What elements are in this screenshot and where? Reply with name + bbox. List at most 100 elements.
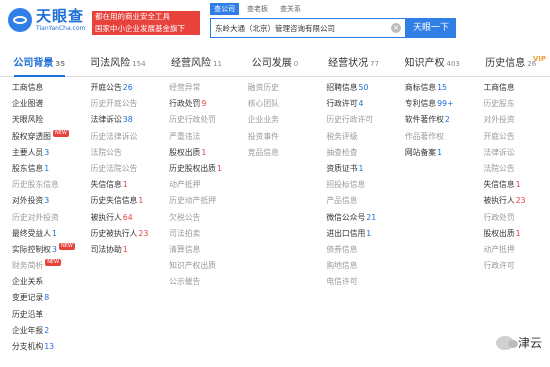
nav-item[interactable]: 开庭公告26 <box>91 80 158 96</box>
tab-operation-status[interactable]: 经营状况 77 <box>314 52 393 76</box>
nav-item[interactable]: 行政许可4 <box>326 96 393 112</box>
nav-item-count: 1 <box>437 147 443 157</box>
nav-item[interactable]: 招投标信息 <box>326 177 393 193</box>
nav-item[interactable]: 工商信息 <box>12 80 79 96</box>
nav-item[interactable]: 法院公告 <box>91 145 158 161</box>
nav-item[interactable]: 历史对外投资 <box>12 210 79 226</box>
nav-item[interactable]: 天眼风险 <box>12 112 79 128</box>
nav-item[interactable]: 产品信息 <box>326 193 393 209</box>
nav-item[interactable]: 财务简析 NEW <box>12 258 79 274</box>
nav-item-label: 开庭公告 <box>90 83 122 92</box>
tab-judicial-risk[interactable]: 司法风险 154 <box>79 52 158 76</box>
nav-item[interactable]: 开庭公告 <box>483 129 550 145</box>
nav-item[interactable]: 失信信息1 <box>483 177 550 193</box>
nav-item[interactable]: 被执行人64 <box>91 210 158 226</box>
nav-item[interactable]: 动产抵押 <box>483 242 550 258</box>
nav-item[interactable]: 欠税公告 <box>169 210 236 226</box>
nav-item[interactable]: 历史行政许可 <box>326 112 393 128</box>
nav-item[interactable]: 债券信息 <box>326 242 393 258</box>
nav-item[interactable]: 抽查检查 <box>326 145 393 161</box>
nav-item[interactable]: 历史股东信息 <box>12 177 79 193</box>
nav-item[interactable]: 历史股权出质1 <box>169 161 236 177</box>
nav-item-count: 3 <box>44 196 50 206</box>
nav-item[interactable]: 经营异常 <box>169 80 236 96</box>
nav-item[interactable]: 司法协助1 <box>91 242 158 258</box>
nav-item[interactable]: 历史失信信息1 <box>91 193 158 209</box>
tab-operation-risk[interactable]: 经营风险 11 <box>157 52 236 76</box>
nav-item-count: 23 <box>515 196 526 206</box>
nav-item[interactable]: 司法拍卖 <box>169 226 236 242</box>
nav-item[interactable]: 商标信息15 <box>405 80 472 96</box>
nav-item[interactable]: 公示催告 <box>169 274 236 290</box>
nav-item[interactable]: 知识产权出质 <box>169 258 236 274</box>
nav-item[interactable]: 电信许可 <box>326 274 393 290</box>
logo[interactable]: 天眼查 TianYanCha.com <box>8 8 85 32</box>
nav-item[interactable]: 企业业务 <box>248 112 315 128</box>
nav-item-count: 1 <box>122 180 128 190</box>
nav-item[interactable]: 法律诉讼 <box>483 145 550 161</box>
nav-item[interactable]: 竞品信息 <box>248 145 315 161</box>
nav-item[interactable]: 法院公告 <box>483 161 550 177</box>
nav-item[interactable]: 作品著作权 <box>405 129 472 145</box>
nav-item[interactable]: 招聘信息50 <box>326 80 393 96</box>
nav-item[interactable]: 专利信息99+ <box>405 96 472 112</box>
nav-item[interactable]: 最终受益人1 <box>12 226 79 242</box>
tab-history-info[interactable]: 历史信息 26 VIP <box>471 52 550 76</box>
nav-item[interactable]: 历史股东 <box>483 96 550 112</box>
nav-item[interactable]: 工商信息 <box>483 80 550 96</box>
nav-item[interactable]: 严重违法 <box>169 129 236 145</box>
search-tab-relation[interactable]: 查关系 <box>276 3 305 15</box>
nav-item[interactable]: 股权穿透图 NEW <box>12 129 79 145</box>
nav-item[interactable]: 核心团队 <box>248 96 315 112</box>
nav-item[interactable]: 企业关系 <box>12 274 79 290</box>
nav-item[interactable]: 法律诉讼38 <box>91 112 158 128</box>
nav-item[interactable]: 分支机构13 <box>12 339 79 355</box>
nav-item[interactable]: 投资事件 <box>248 129 315 145</box>
nav-item-count: 1 <box>201 147 207 157</box>
nav-item[interactable]: 融资历史 <box>248 80 315 96</box>
nav-item[interactable]: 微信公众号21 <box>326 210 393 226</box>
nav-item[interactable]: 失信信息1 <box>91 177 158 193</box>
nav-item[interactable]: 企业图谱 <box>12 96 79 112</box>
search-tab-boss[interactable]: 查老板 <box>243 3 272 15</box>
nav-item[interactable]: 进出口信用1 <box>326 226 393 242</box>
nav-item[interactable]: 行政许可 <box>483 258 550 274</box>
tab-company-development[interactable]: 公司发展 0 <box>236 52 315 76</box>
nav-item[interactable]: 动产抵押 <box>169 177 236 193</box>
nav-item[interactable]: 对外投资 <box>483 112 550 128</box>
nav-item[interactable]: 网站备案1 <box>405 145 472 161</box>
nav-item-label: 行政处罚 <box>483 212 515 222</box>
nav-item[interactable]: 企业年报2 <box>12 323 79 339</box>
nav-item[interactable]: 历史法律诉讼 <box>91 129 158 145</box>
nav-item[interactable]: 实际控制权3 NEW <box>12 242 79 258</box>
nav-item[interactable]: 历史被执行人23 <box>91 226 158 242</box>
nav-item-label: 欠税公告 <box>169 212 201 222</box>
nav-item[interactable]: 购地信息 <box>326 258 393 274</box>
search-input[interactable]: 东岭大通（北京）管理咨询有限公司 × <box>210 18 406 38</box>
search-button[interactable]: 天眼一下 <box>406 18 456 38</box>
nav-item[interactable]: 股权出质1 <box>169 145 236 161</box>
nav-item[interactable]: 行政处罚9 <box>169 96 236 112</box>
nav-item[interactable]: 历史动产抵押 <box>169 193 236 209</box>
nav-item[interactable]: 历史沿革 <box>12 307 79 323</box>
nav-item[interactable]: 清算信息 <box>169 242 236 258</box>
nav-item-label: 被执行人 <box>90 212 122 222</box>
nav-item[interactable]: 股东信息1 <box>12 161 79 177</box>
nav-item[interactable]: 历史开庭公告 <box>91 96 158 112</box>
nav-item[interactable]: 历史法院公告 <box>91 161 158 177</box>
nav-item-label: 历史股权出质 <box>169 163 216 173</box>
nav-item[interactable]: 资质证书1 <box>326 161 393 177</box>
nav-item[interactable]: 被执行人23 <box>483 193 550 209</box>
nav-item[interactable]: 变更记录8 <box>12 290 79 306</box>
nav-item[interactable]: 对外投资3 <box>12 193 79 209</box>
clear-icon[interactable]: × <box>391 23 401 33</box>
nav-item[interactable]: 行政处罚 <box>483 210 550 226</box>
tab-intellectual-property[interactable]: 知识产权 403 <box>393 52 472 76</box>
tab-company-background[interactable]: 公司背景 35 <box>0 52 79 77</box>
nav-item[interactable]: 主要人员3 <box>12 145 79 161</box>
nav-item[interactable]: 股权出质1 <box>483 226 550 242</box>
nav-item[interactable]: 软件著作权2 <box>405 112 472 128</box>
nav-item[interactable]: 历史行政处罚 <box>169 112 236 128</box>
search-tab-company[interactable]: 查公司 <box>210 3 239 15</box>
nav-item[interactable]: 税务评级 <box>326 129 393 145</box>
